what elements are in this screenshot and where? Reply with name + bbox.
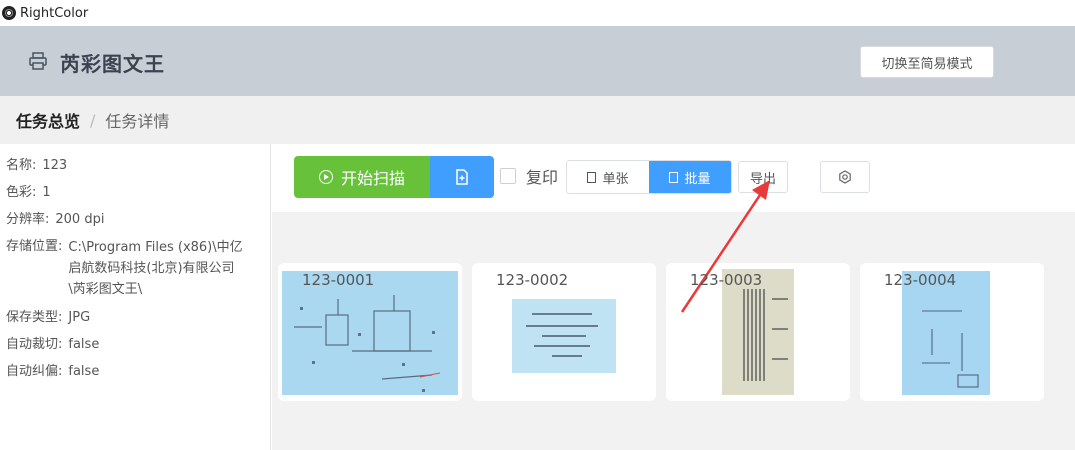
info-label: 保存类型: [6,310,63,325]
scan-thumbnail-image [282,271,458,395]
scan-thumbnail-label: 123-0004 [884,271,957,289]
window-title: RightColor [20,5,89,21]
switch-simple-mode-button[interactable]: 切换至简易模式 [860,46,994,78]
scan-thumbnail-image [512,299,616,373]
document-icon [587,171,597,183]
start-scan-label: 开始扫描 [340,169,405,188]
scan-mode-toggle: 单张 批量 [566,160,732,194]
import-file-button[interactable] [430,156,494,198]
info-value: false [68,364,100,379]
gear-icon [839,170,851,184]
info-row-color: 色彩: 1 [6,183,270,202]
duplicate-checkbox[interactable] [500,168,516,184]
info-value: 200 dpi [55,212,105,227]
info-value: false [68,337,100,352]
scan-thumbnail-card[interactable]: 123-0004 [860,263,1044,401]
scan-thumbnail-label: 123-0002 [496,271,569,289]
scan-thumbnail-card[interactable]: 123-0001 [278,263,462,401]
scan-thumbnail-label: 123-0001 [302,271,375,289]
info-row-auto-deskew: 自动纠偏: false [6,362,270,381]
breadcrumb: 任务总览 / 任务详情 [0,96,1075,144]
info-label: 存储位置: [6,239,63,254]
info-label: 名称: [6,158,37,173]
info-row-save-type: 保存类型: JPG [6,308,270,327]
scan-thumbnail-label: 123-0003 [690,271,763,289]
duplicate-label[interactable]: 复印 [526,164,558,188]
info-label: 自动纠偏: [6,364,63,379]
info-value: 123 [42,158,68,173]
export-button[interactable]: 导出 [738,161,788,193]
app-header: 芮彩图文王 切换至简易模式 [0,26,1075,96]
info-value: 1 [42,185,51,200]
task-info-panel: 名称: 123 色彩: 1 分辨率: 200 dpi 存储位置: C:\Prog… [0,144,271,450]
breadcrumb-separator: / [90,110,96,130]
settings-button[interactable] [820,161,870,193]
app-brand-title: 芮彩图文王 [60,52,165,76]
single-mode-button[interactable]: 单张 [567,161,649,193]
scan-thumbnail-image [902,271,990,395]
info-value: C:\Program Files (x86)\中亿启航数码科技(北京)有限公司\… [68,240,243,297]
info-label: 色彩: [6,185,37,200]
info-row-name: 名称: 123 [6,156,270,175]
info-row-auto-crop: 自动裁切: false [6,335,270,354]
window-titlebar: RightColor [0,0,1075,26]
info-label: 分辨率: [6,212,50,227]
start-scan-button[interactable]: 开始扫描 [294,156,430,198]
batch-mode-label: 批量 [684,171,711,187]
app-logo-icon [2,6,16,20]
info-value: JPG [68,310,91,325]
breadcrumb-task-overview[interactable]: 任务总览 [16,108,80,132]
info-row-storage: 存储位置: C:\Program Files (x86)\中亿启航数码科技(北京… [6,237,270,300]
file-add-icon [456,169,468,185]
info-label: 自动裁切: [6,337,63,352]
info-row-resolution: 分辨率: 200 dpi [6,210,270,229]
scan-toolbar: 开始扫描 复印 单张 批量 导出 [272,144,1075,212]
batch-mode-button[interactable]: 批量 [649,161,731,193]
single-mode-label: 单张 [602,171,629,187]
scan-thumbnail-card[interactable]: 123-0003 [666,263,850,401]
play-circle-icon [318,170,333,184]
documents-icon [669,171,679,183]
scan-gallery: 123-0001 123-0002 123-0003 123-0004 [272,212,1075,450]
printer-icon [29,52,47,70]
breadcrumb-task-detail: 任务详情 [105,112,170,131]
scan-thumbnail-card[interactable]: 123-0002 [472,263,656,401]
